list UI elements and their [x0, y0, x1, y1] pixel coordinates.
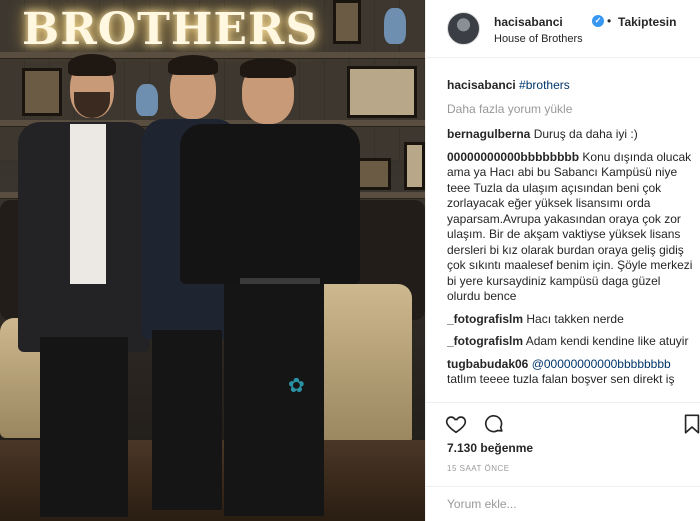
comment-username[interactable]: _fotografislm: [447, 312, 523, 326]
hair: [240, 58, 296, 78]
location-link[interactable]: House of Brothers: [494, 33, 583, 45]
comment-text: Konu dışında olucak ama ya Hacı abi bu S…: [447, 149, 693, 304]
likes-count[interactable]: 7.130 beğenme: [447, 441, 533, 455]
verified-badge-icon: ✓: [592, 15, 604, 27]
trousers: [224, 284, 324, 516]
post-photo[interactable]: BROTHERS ✿: [0, 0, 425, 521]
load-more-comments-button[interactable]: Daha fazla yorum yükle: [447, 102, 697, 118]
vase: [384, 8, 406, 44]
post-side-panel: hacisabanci ✓ • Takiptesin House of Brot…: [425, 0, 700, 521]
post-header: hacisabanci ✓ • Takiptesin House of Brot…: [426, 0, 700, 58]
wall-picture: [404, 142, 425, 190]
clover-icon: ✿: [288, 375, 305, 397]
action-bar: [426, 402, 700, 444]
following-button[interactable]: Takiptesin: [618, 15, 676, 29]
person-right: [180, 58, 360, 521]
hair: [68, 54, 116, 76]
comment-username[interactable]: _fotografislm: [447, 334, 523, 348]
separator: •: [607, 14, 612, 28]
wall-picture: [355, 158, 391, 190]
comment-text: Adam kendi kendine like atuyir: [525, 334, 689, 348]
comment: _fotografislm Adam kendi kendine like at…: [447, 334, 697, 350]
brothers-neon-sign: BROTHERS: [22, 4, 319, 55]
comment: bernagulberna Duruş da daha iyi :): [447, 127, 697, 143]
comment-text: Hacı takken nerde: [526, 311, 624, 326]
add-comment-input[interactable]: [447, 497, 677, 511]
mention-link[interactable]: @00000000000bbbbbbbb: [532, 357, 671, 371]
bookmark-icon[interactable]: [681, 413, 700, 435]
comment-text: tatlım teeee tuzla falan boşver sen dire…: [447, 372, 675, 386]
instagram-post: BROTHERS ✿ hacisabanci ✓ • Takiptesin Ho…: [0, 0, 700, 521]
hashtag-link[interactable]: #brothers: [519, 78, 570, 92]
comment-username[interactable]: 00000000000bbbbbbbb: [447, 150, 579, 164]
trousers: [40, 337, 128, 517]
person-left: [14, 52, 154, 521]
wall-picture: [333, 0, 361, 44]
comment: _fotografislm Hacı takken nerde: [447, 312, 697, 328]
comment-username[interactable]: tugbabudak06: [447, 357, 528, 371]
username-link[interactable]: hacisabanci: [494, 15, 563, 29]
comment-icon[interactable]: [483, 413, 505, 435]
caption: hacisabanci #brothers: [447, 78, 697, 94]
add-comment-bar: [426, 486, 700, 521]
white-shirt: [70, 124, 106, 284]
comments-list[interactable]: hacisabanci #brothers Daha fazla yorum y…: [447, 78, 697, 400]
caption-username[interactable]: hacisabanci: [447, 78, 516, 92]
avatar[interactable]: [447, 12, 480, 45]
black-shirt: [180, 124, 360, 284]
heart-icon[interactable]: [445, 413, 467, 435]
comment-username[interactable]: bernagulberna: [447, 127, 530, 141]
comment-text: Duruş da daha iyi :): [533, 127, 638, 141]
post-timestamp[interactable]: 15 SAAT ÖNCE: [447, 464, 510, 473]
comment: 00000000000bbbbbbbb Konu dışında olucak …: [447, 150, 697, 305]
comment: tugbabudak06 @00000000000bbbbbbbb tatlım…: [447, 357, 697, 388]
